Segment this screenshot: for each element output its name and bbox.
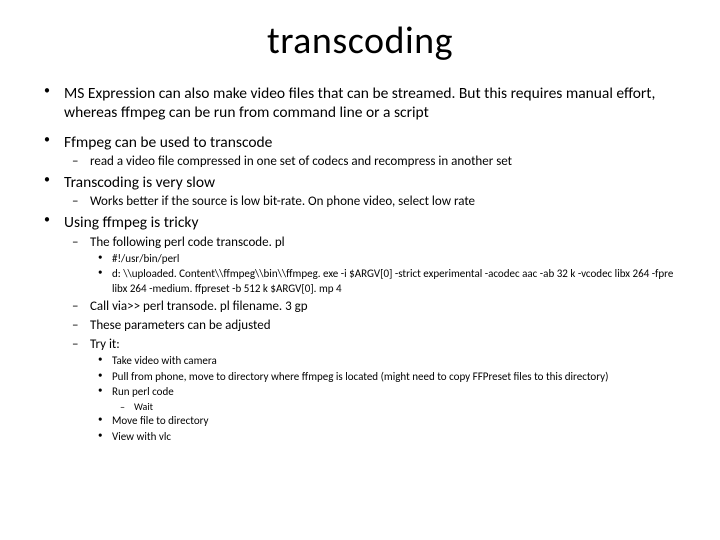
bullet-text: The following perl code transcode. pl	[90, 235, 285, 250]
list-item: View with vlc	[90, 430, 686, 445]
list-item: #!/usr/bin/perl	[90, 252, 686, 267]
bullet-text: MS Expression can also make video files …	[64, 84, 655, 122]
list-item: Works better if the source is low bit-ra…	[64, 194, 686, 211]
bullet-text: Run perl code	[112, 385, 174, 398]
list-item: Take video with camera	[90, 354, 686, 369]
list-item: Transcoding is very slow Works better if…	[34, 173, 686, 211]
bullet-list: MS Expression can also make video files …	[34, 84, 686, 445]
bullet-text: Using ffmpeg is tricky	[64, 213, 198, 232]
list-item: MS Expression can also make video files …	[34, 84, 686, 123]
list-item: read a video file compressed in one set …	[64, 154, 686, 171]
list-item: These parameters can be adjusted	[64, 318, 686, 335]
list-item: d: \\uploaded. Content\\ffmpeg\\bin\\ffm…	[90, 267, 686, 297]
bullet-text: Move file to directory	[112, 414, 209, 427]
slide: transcoding MS Expression can also make …	[0, 0, 720, 445]
list-item: Call via>> perl transode. pl filename. 3…	[64, 299, 686, 316]
bullet-text: Transcoding is very slow	[64, 173, 215, 192]
list-item: The following perl code transcode. pl #!…	[64, 235, 686, 297]
bullet-text: These parameters can be adjusted	[90, 318, 271, 333]
list-item: Run perl code Wait	[90, 385, 686, 413]
bullet-text: View with vlc	[112, 430, 171, 443]
bullet-text: Take video with camera	[112, 354, 217, 367]
bullet-text: read a video file compressed in one set …	[90, 154, 512, 169]
list-item: Pull from phone, move to directory where…	[90, 370, 686, 385]
list-item: Ffmpeg can be used to transcode read a v…	[34, 133, 686, 171]
bullet-text: #!/usr/bin/perl	[112, 252, 179, 265]
bullet-text: d: \\uploaded. Content\\ffmpeg\\bin\\ffm…	[112, 267, 673, 295]
bullet-text: Pull from phone, move to directory where…	[112, 370, 608, 383]
slide-title: transcoding	[34, 18, 686, 64]
list-item: Move file to directory	[90, 414, 686, 429]
list-item: Wait	[112, 400, 686, 413]
list-item: Try it: Take video with camera Pull from…	[64, 337, 686, 445]
bullet-text: Wait	[134, 400, 153, 413]
list-item: Using ffmpeg is tricky The following per…	[34, 213, 686, 445]
bullet-text: Works better if the source is low bit-ra…	[90, 194, 475, 209]
bullet-text: Try it:	[90, 337, 120, 352]
bullet-text: Call via>> perl transode. pl filename. 3…	[90, 299, 308, 314]
bullet-text: Ffmpeg can be used to transcode	[64, 133, 272, 152]
